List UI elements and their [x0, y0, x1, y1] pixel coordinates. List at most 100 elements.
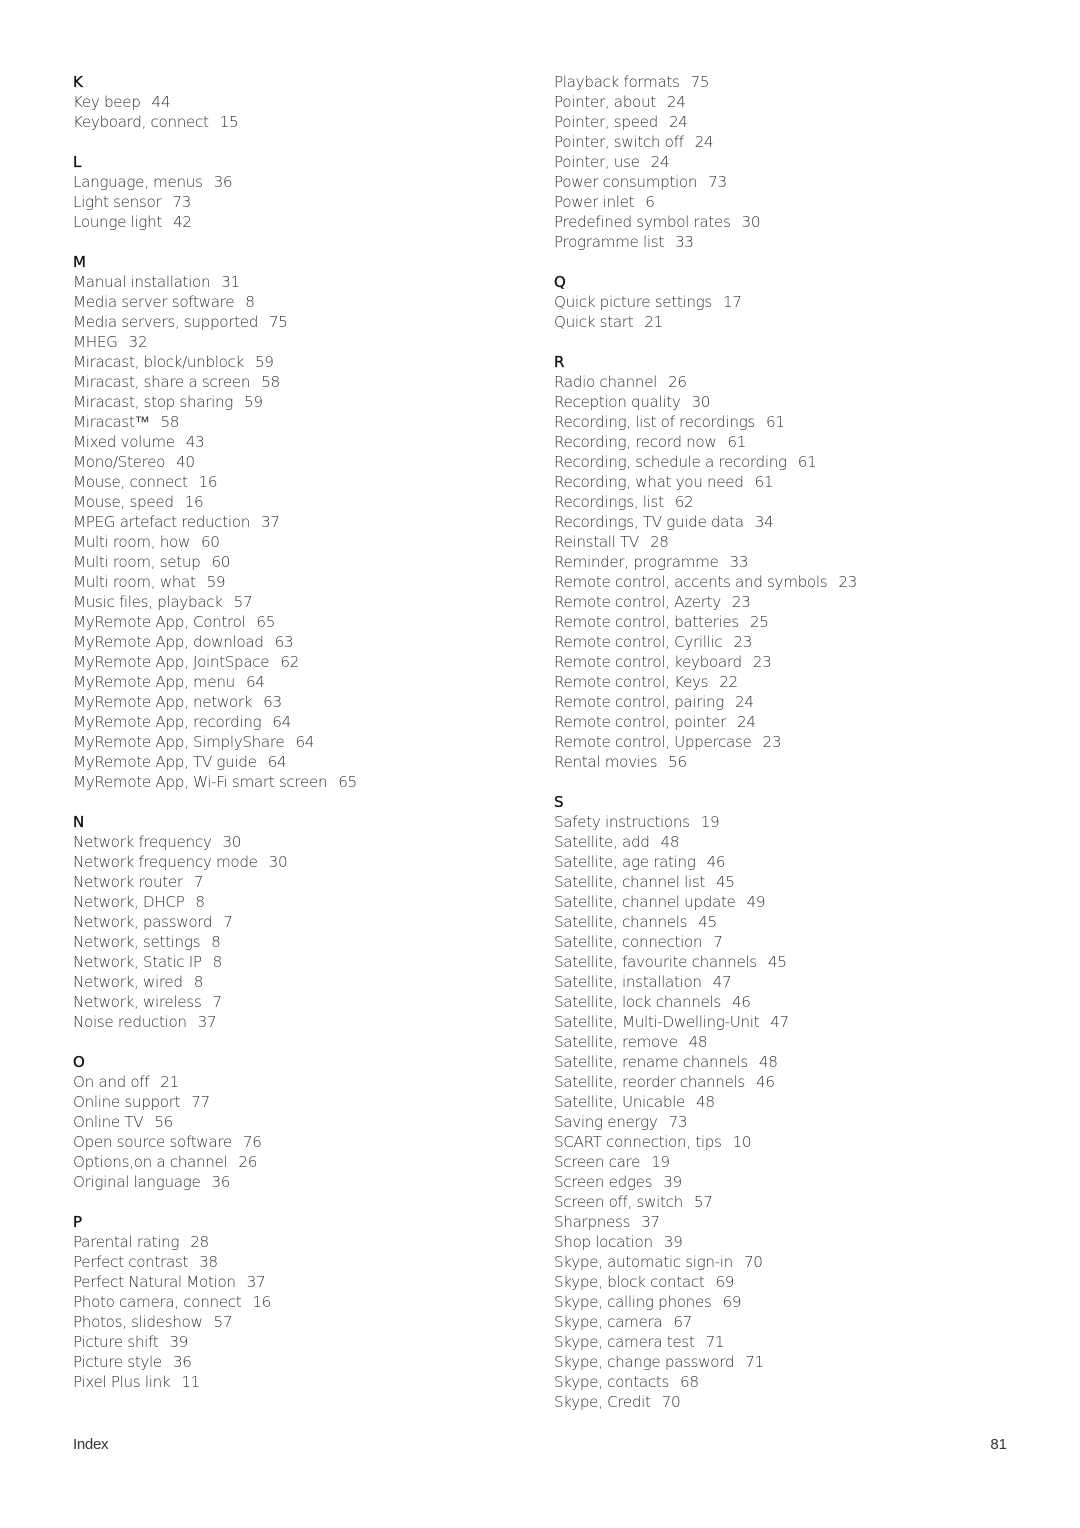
index-entry-page-number: 7 [713, 933, 723, 951]
index-entry-term: Remote control, pairing [554, 693, 725, 711]
index-entry-term: Screen off, switch [554, 1193, 683, 1211]
index-entry-page-number: 62 [674, 493, 694, 511]
index-entry-page-number: 65 [338, 773, 357, 791]
index-entry-page-number: 47 [770, 1013, 789, 1031]
index-entry-page-number: 64 [295, 733, 315, 751]
index-entry: Mouse, connect 16 [73, 472, 513, 492]
index-entry: Quick picture settings 17 [554, 292, 1014, 312]
index-entry-page-number: 23 [838, 573, 857, 591]
index-entry-page-number: 59 [206, 573, 226, 591]
index-entry-page-number: 60 [211, 553, 231, 571]
index-entry-page-number: 24 [694, 133, 714, 151]
index-entry-page-number: 40 [176, 453, 195, 471]
index-entry: Screen edges 39 [554, 1172, 1014, 1192]
index-entry: Pointer, use 24 [554, 152, 1014, 172]
index-entry-page-number: 30 [741, 213, 761, 231]
index-entry-page-number: 58 [160, 413, 180, 431]
index-entry-term: Remote control, Keys [554, 673, 709, 691]
index-entry: Network, Static IP 8 [73, 952, 513, 972]
index-entry: Mixed volume 43 [73, 432, 513, 452]
index-entry: Perfect Natural Motion 37 [73, 1272, 513, 1292]
index-entry: Remote control, keyboard 23 [554, 652, 1014, 672]
index-entry-term: Original language [73, 1173, 201, 1191]
index-entry-term: Photos, slideshow [73, 1313, 203, 1331]
index-entry-term: Recording, list of recordings [554, 413, 755, 431]
index-entry: Miracast, share a screen 58 [73, 372, 513, 392]
index-entry-term: MyRemote App, SimplyShare [73, 733, 285, 751]
index-entry-page-number: 70 [743, 1253, 763, 1271]
index-entry-term: Remote control, Azerty [554, 593, 721, 611]
index-entry: Light sensor 73 [73, 192, 513, 212]
index-entry-term: Satellite, favourite channels [554, 953, 757, 971]
index-entry-page-number: 61 [727, 433, 747, 451]
index-entry-term: Satellite, Multi-Dwelling-Unit [554, 1013, 760, 1031]
index-entry-term: Satellite, add [554, 833, 650, 851]
index-entry: Mono/Stereo 40 [73, 452, 513, 472]
index-entry-page-number: 71 [745, 1353, 764, 1371]
index-entry-term: Playback formats [554, 73, 680, 91]
index-entry-term: Satellite, Unicable [554, 1093, 686, 1111]
index-entry-term: Miracast, share a screen [73, 373, 251, 391]
index-entry: SCART connection, tips 10 [554, 1132, 1014, 1152]
index-entry-term: Programme list [554, 233, 664, 251]
index-entry-page-number: 42 [172, 213, 192, 231]
index-entry-page-number: 11 [181, 1373, 200, 1391]
index-entry: Satellite, Multi-Dwelling-Unit 47 [554, 1012, 1014, 1032]
index-entry: Remote control, Keys 22 [554, 672, 1014, 692]
index-entry-page-number: 19 [700, 813, 720, 831]
index-entry-term: Skype, block contact [554, 1273, 705, 1291]
index-entry: Reminder, programme 33 [554, 552, 1014, 572]
index-entry: Multi room, how 60 [73, 532, 513, 552]
index-entry-term: Picture shift [73, 1333, 159, 1351]
index-entry-page-number: 58 [261, 373, 280, 391]
index-entry: Saving energy 73 [554, 1112, 1014, 1132]
index-entry-term: Language, menus [73, 173, 203, 191]
index-entry-term: Pixel Plus link [73, 1373, 171, 1391]
index-section: R Radio channel 26 Reception quality 30 Recor… [554, 352, 1014, 772]
index-entry: Recording, record now 61 [554, 432, 1014, 452]
index-entry-page-number: 16 [198, 473, 218, 491]
index-entry-page-number: 34 [754, 513, 774, 531]
index-entry: Remote control, pairing 24 [554, 692, 1014, 712]
index-entry-page-number: 30 [268, 853, 288, 871]
index-entry-page-number: 46 [731, 993, 751, 1011]
index-entry-term: Network, password [73, 913, 213, 931]
index-entry: Pointer, speed 24 [554, 112, 1014, 132]
index-entry-page-number: 30 [691, 393, 711, 411]
index-entry-page-number: 71 [705, 1333, 725, 1351]
index-entry: Miracast, block/unblock 59 [73, 352, 513, 372]
index-entry-page-number: 6 [645, 193, 655, 211]
index-entry-term: Multi room, what [73, 573, 196, 591]
index-entry: Original language 36 [73, 1172, 513, 1192]
index-entry-term: Miracast™ [73, 413, 150, 431]
index-entry-term: Skype, automatic sign-in [554, 1253, 733, 1271]
index-entry-term: Network frequency [73, 833, 212, 851]
index-entry: Shop location 39 [554, 1232, 1014, 1252]
index-entry-term: Picture style [73, 1353, 162, 1371]
index-entry-term: Quick picture settings [554, 293, 712, 311]
index-entry-term: Mouse, speed [73, 493, 174, 511]
index-entry-page-number: 24 [735, 693, 754, 711]
index-entry: Recordings, list 62 [554, 492, 1014, 512]
index-entry: Online TV 56 [73, 1112, 513, 1132]
index-entry-term: Remote control, batteries [554, 613, 739, 631]
index-entry-page-number: 67 [673, 1313, 692, 1331]
index-entry: Satellite, lock channels 46 [554, 992, 1014, 1012]
index-entry: Reception quality 30 [554, 392, 1014, 412]
index-section: K Key beep 44 Keyboard, connect 15 [73, 72, 513, 132]
index-entry: Recording, list of recordings 61 [554, 412, 1014, 432]
index-entry: Photos, slideshow 57 [73, 1312, 513, 1332]
section-letter-heading: P [73, 1213, 83, 1231]
index-entry-page-number: 59 [254, 353, 274, 371]
index-entry-page-number: 46 [706, 853, 726, 871]
index-entry: Satellite, installation 47 [554, 972, 1014, 992]
index-entry: Music files, playback 57 [73, 592, 513, 612]
index-entry-term: Remote control, accents and symbols [554, 573, 828, 591]
index-entry-page-number: 38 [199, 1253, 218, 1271]
index-entry: Mouse, speed 16 [73, 492, 513, 512]
index-entry-page-number: 21 [644, 313, 663, 331]
index-entry-term: Network, wired [73, 973, 183, 991]
index-entry: Key beep 44 [73, 92, 513, 112]
index-entry: Network, password 7 [73, 912, 513, 932]
index-entry-page-number: 48 [688, 1033, 708, 1051]
